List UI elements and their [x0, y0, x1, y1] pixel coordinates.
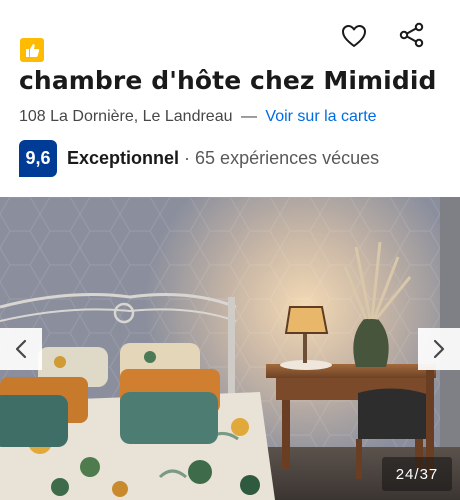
- rating-separator: ·: [184, 148, 191, 168]
- share-button[interactable]: [397, 20, 427, 50]
- next-photo-button[interactable]: [418, 328, 460, 370]
- chevron-left-icon: [15, 339, 27, 359]
- photo-counter: 24/37: [382, 457, 452, 491]
- chevron-right-icon: [433, 339, 445, 359]
- show-on-map-link[interactable]: Voir sur la carte: [265, 108, 376, 125]
- rating-label: Exceptionnel: [67, 148, 180, 168]
- address-separator: —: [240, 108, 257, 125]
- bedroom-photo: [0, 197, 460, 500]
- property-photo[interactable]: 24/37: [0, 197, 460, 500]
- property-header: chambre d'hôte chez Mimidid 108 La Dorni…: [0, 0, 460, 197]
- thumbs-up-icon: [20, 38, 44, 62]
- heart-outline-icon: [342, 25, 366, 47]
- rating-row[interactable]: 9,6 Exceptionnel · 65 expériences vécues: [19, 140, 379, 177]
- share-icon: [399, 22, 424, 48]
- previous-photo-button[interactable]: [0, 328, 42, 370]
- property-address: 108 La Dornière, Le Landreau: [19, 108, 233, 125]
- address-line: 108 La Dornière, Le Landreau — Voir sur …: [19, 108, 377, 126]
- review-score-badge: 9,6: [19, 140, 57, 177]
- favorite-button[interactable]: [340, 22, 368, 50]
- review-count: 65 expériences vécues: [195, 148, 380, 168]
- property-title: chambre d'hôte chez Mimidid: [19, 66, 437, 95]
